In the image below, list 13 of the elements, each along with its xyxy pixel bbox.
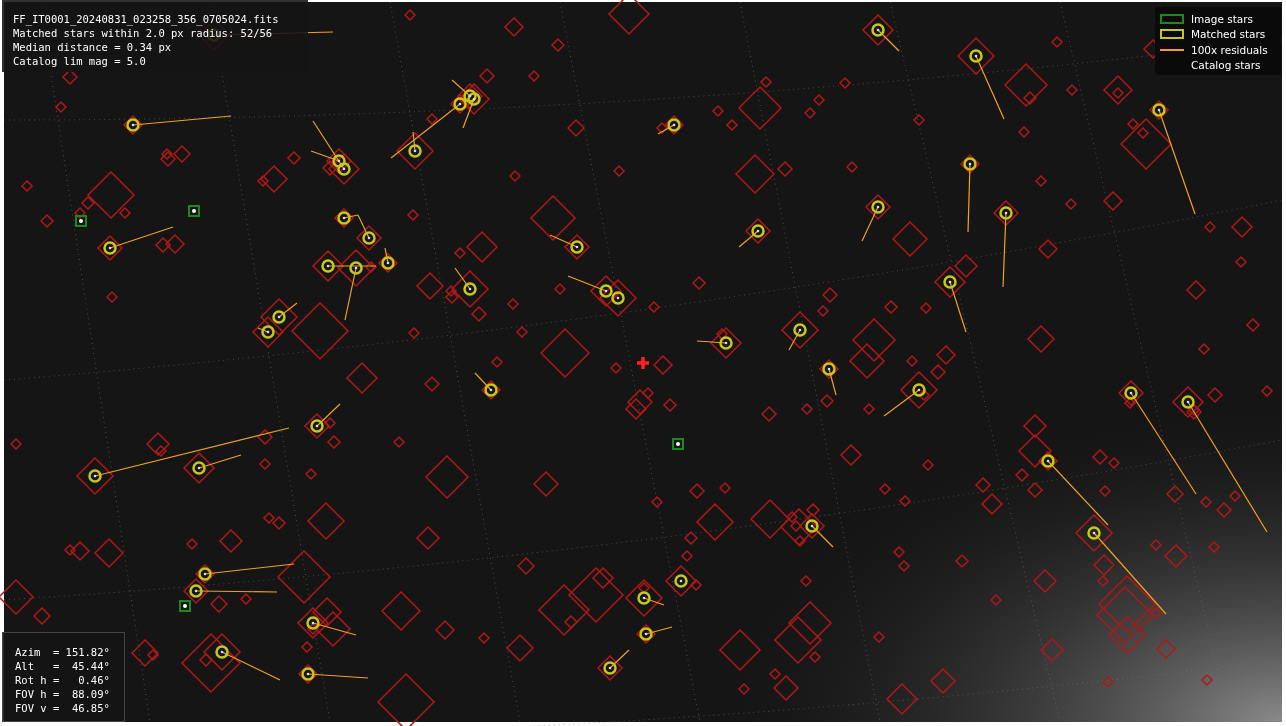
info-text: Median distance = 0.34 px [13,40,173,54]
info-text: Catalog lim mag = 5.0 [13,54,147,68]
legend-label: Catalog stars [1191,59,1261,72]
legend-label: 100x residuals [1191,43,1268,56]
info-text: Matched stars within 2.0 px radius: 52/56 [13,26,274,40]
legend-label: Matched stars [1191,28,1266,41]
info-text: FF_IT0001_20240831_023258_356_0705024.fits [13,12,280,26]
pointing-text: Azim = 151.82° [15,645,111,659]
pointing-text: Alt = 45.44° [15,659,111,673]
pointing-text: FOV h = 88.09° [15,687,111,701]
pointing-text: Rot h = 0.46° [15,673,111,687]
pointing-text: FOV v = 46.85° [15,701,111,715]
legend-label: Image stars [1191,12,1254,25]
